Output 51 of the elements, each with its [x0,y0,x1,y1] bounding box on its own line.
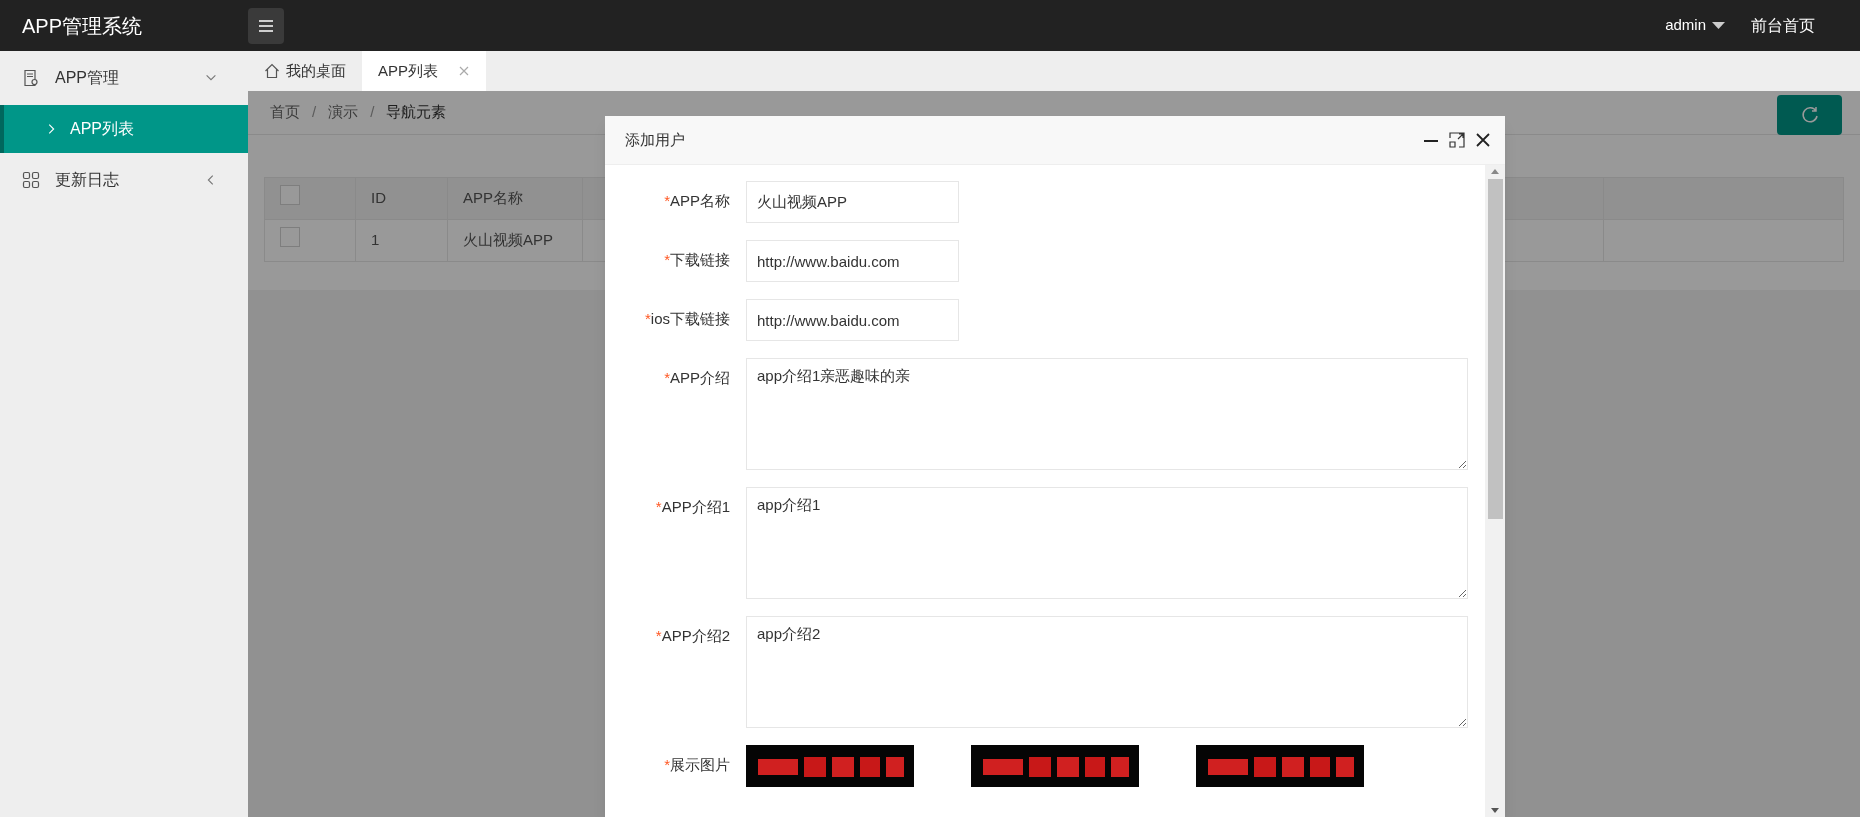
checkbox[interactable] [280,185,300,206]
document-icon [22,69,40,87]
sidebar-item[interactable]: APP管理 [0,51,248,105]
tab[interactable]: APP列表 [362,51,486,91]
required-mark: * [664,191,670,211]
text-input[interactable]: 火山视频APP [746,181,959,223]
app-title: APP管理系统 [22,14,143,37]
text-area[interactable]: app介绍2 [746,616,1468,728]
text-area[interactable]: app介绍1亲恶趣味的亲 [746,358,1468,470]
required-mark: * [655,497,662,517]
field-label: APP介绍1 [661,497,730,517]
refresh-button[interactable] [1777,94,1842,135]
text-area[interactable]: app介绍1 [746,487,1468,599]
sidebar-item[interactable]: 更新日志 [0,153,248,207]
home-icon [264,63,280,79]
maximize-icon[interactable] [1449,132,1465,148]
breadcrumb-link[interactable]: 演示 [328,101,359,124]
breadcrumb-link[interactable]: 导航元素 [386,101,447,124]
caret-icon [1712,21,1725,30]
refresh-icon [1799,104,1820,125]
column-header: ID [371,189,386,207]
menu-icon [258,18,274,33]
field-label: APP介绍 [670,368,730,388]
menu-button[interactable] [248,7,284,44]
user-menu[interactable]: admin [1665,14,1725,37]
text-input[interactable]: http://www.baidu.com [746,240,959,282]
sidebar-subitem[interactable]: APP列表 [0,105,248,153]
home-link[interactable]: 前台首页 [1751,13,1815,38]
scrollbar[interactable] [1485,165,1505,817]
required-mark: * [664,755,670,775]
checkbox[interactable] [280,227,300,248]
field-label: 展示图片 [670,755,730,775]
dialog-title: 添加用户 [625,129,686,150]
field-label: 下载链接 [670,250,730,270]
required-mark: * [664,250,670,270]
breadcrumb-separator: / [370,102,375,123]
required-mark: * [655,626,662,646]
column-header: APP名称 [463,189,523,207]
table-cell: 火山视频APP [463,231,553,249]
required-mark: * [664,368,670,388]
text-input[interactable]: http://www.baidu.com [746,299,959,341]
required-mark: * [644,309,651,329]
breadcrumb-link[interactable]: 首页 [270,101,300,124]
tab[interactable]: 我的桌面 [248,51,362,91]
field-label: APP介绍2 [661,626,730,646]
breadcrumb-separator: / [312,102,317,123]
close-icon[interactable] [1475,132,1491,148]
grid-icon [22,171,40,189]
table-cell: 1 [371,231,380,249]
field-label: ios下载链接 [650,309,730,329]
field-label: APP名称 [670,191,730,211]
